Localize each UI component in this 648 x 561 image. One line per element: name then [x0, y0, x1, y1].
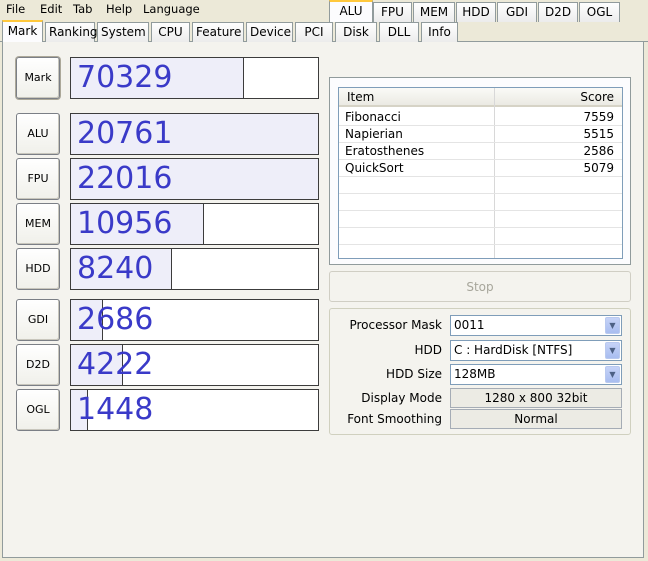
row-score: 7559 — [583, 110, 614, 124]
display-mode-value: 1280 x 800 32bit — [450, 388, 622, 408]
empty-row — [339, 228, 622, 245]
subtab-hdd[interactable]: HDD — [456, 2, 496, 22]
subtab-mem[interactable]: MEM — [413, 2, 455, 22]
fpu-score-bar: 22016 — [70, 158, 319, 200]
hdd-label: HDD — [414, 343, 442, 357]
alu-button[interactable]: ALU — [16, 113, 60, 155]
tab-dll[interactable]: DLL — [379, 22, 419, 42]
main-tab-strip: Mark Ranking System CPU Feature Device P… — [0, 20, 648, 43]
gdi-score-bar: 2686 — [70, 299, 319, 341]
row-score: 5515 — [583, 127, 614, 141]
score-list[interactable]: Item Score Fibonacci 7559 Napierian 5515… — [338, 87, 623, 259]
subtab-gdi[interactable]: GDI — [497, 2, 537, 22]
table-row[interactable]: Napierian 5515 — [339, 126, 622, 143]
gdi-button[interactable]: GDI — [16, 299, 60, 341]
row-item: Eratosthenes — [345, 144, 425, 158]
mem-score-value: 10956 — [77, 206, 173, 241]
hdd-button[interactable]: HDD — [16, 248, 60, 290]
subtab-alu[interactable]: ALU — [329, 0, 373, 22]
table-row[interactable]: Eratosthenes 2586 — [339, 143, 622, 160]
tab-disk[interactable]: Disk — [335, 22, 377, 42]
empty-row — [339, 177, 622, 194]
hdd-size-value: 128MB — [454, 367, 496, 381]
list-header: Item Score — [339, 88, 622, 107]
chevron-down-icon[interactable]: ▼ — [605, 317, 620, 334]
fpu-score-value: 22016 — [77, 161, 173, 196]
mem-score-bar: 10956 — [70, 203, 319, 245]
tab-device[interactable]: Device — [246, 22, 293, 42]
hdd-score-bar: 8240 — [70, 248, 319, 290]
menu-edit[interactable]: Edit — [40, 2, 62, 16]
ogl-score-value: 1448 — [77, 392, 154, 427]
row-score: 5079 — [583, 161, 614, 175]
processor-mask-value: 0011 — [454, 318, 485, 332]
subtab-fpu[interactable]: FPU — [373, 2, 412, 22]
empty-row — [339, 194, 622, 211]
menu-file[interactable]: File — [6, 2, 25, 16]
d2d-score-bar: 4222 — [70, 344, 319, 386]
tab-mark[interactable]: Mark — [2, 20, 43, 43]
hdd-size-select[interactable]: 128MB ▼ — [450, 364, 622, 385]
subtab-ogl[interactable]: OGL — [579, 2, 620, 22]
column-item[interactable]: Item — [347, 90, 374, 104]
stop-button[interactable]: Stop — [329, 271, 631, 302]
tab-cpu[interactable]: CPU — [151, 22, 190, 42]
ogl-button[interactable]: OGL — [16, 389, 60, 431]
menu-help[interactable]: Help — [106, 2, 132, 16]
row-score: 2586 — [583, 144, 614, 158]
chevron-down-icon[interactable]: ▼ — [605, 342, 620, 359]
mark-score-bar: 70329 — [70, 57, 319, 99]
display-mode-label: Display Mode — [361, 391, 442, 405]
ogl-score-bar: 1448 — [70, 389, 319, 431]
tab-pci[interactable]: PCI — [295, 22, 333, 42]
tab-info[interactable]: Info — [421, 22, 458, 42]
alu-score-bar: 20761 — [70, 113, 319, 155]
alu-score-value: 20761 — [77, 116, 173, 151]
menu-language[interactable]: Language — [143, 2, 200, 16]
subtab-d2d[interactable]: D2D — [538, 2, 578, 22]
empty-row — [339, 211, 622, 228]
hdd-value: C : HardDisk [NTFS] — [454, 343, 573, 357]
mark-button[interactable]: Mark — [16, 57, 60, 99]
menu-tab[interactable]: Tab — [73, 2, 92, 16]
column-score[interactable]: Score — [580, 90, 614, 104]
fpu-button[interactable]: FPU — [16, 158, 60, 200]
row-item: Napierian — [345, 127, 403, 141]
mark-score-value: 70329 — [77, 60, 173, 95]
hdd-score-value: 8240 — [77, 251, 154, 286]
tab-system[interactable]: System — [97, 22, 149, 42]
font-smoothing-value: Normal — [450, 409, 622, 429]
row-item: QuickSort — [345, 161, 404, 175]
table-row[interactable]: QuickSort 5079 — [339, 160, 622, 177]
d2d-score-value: 4222 — [77, 347, 154, 382]
hdd-select[interactable]: C : HardDisk [NTFS] ▼ — [450, 340, 622, 361]
d2d-button[interactable]: D2D — [16, 344, 60, 386]
mem-button[interactable]: MEM — [16, 203, 60, 245]
tab-feature[interactable]: Feature — [192, 22, 244, 42]
table-row[interactable]: Fibonacci 7559 — [339, 109, 622, 126]
chevron-down-icon[interactable]: ▼ — [605, 366, 620, 383]
gdi-score-value: 2686 — [77, 302, 154, 337]
processor-mask-label: Processor Mask — [349, 318, 442, 332]
hdd-size-label: HDD Size — [386, 367, 442, 381]
font-smoothing-label: Font Smoothing — [347, 412, 442, 426]
alu-subpanel: Item Score Fibonacci 7559 Napierian 5515… — [329, 77, 631, 265]
processor-mask-select[interactable]: 0011 ▼ — [450, 315, 622, 336]
tab-ranking[interactable]: Ranking — [45, 22, 98, 42]
row-item: Fibonacci — [345, 110, 401, 124]
